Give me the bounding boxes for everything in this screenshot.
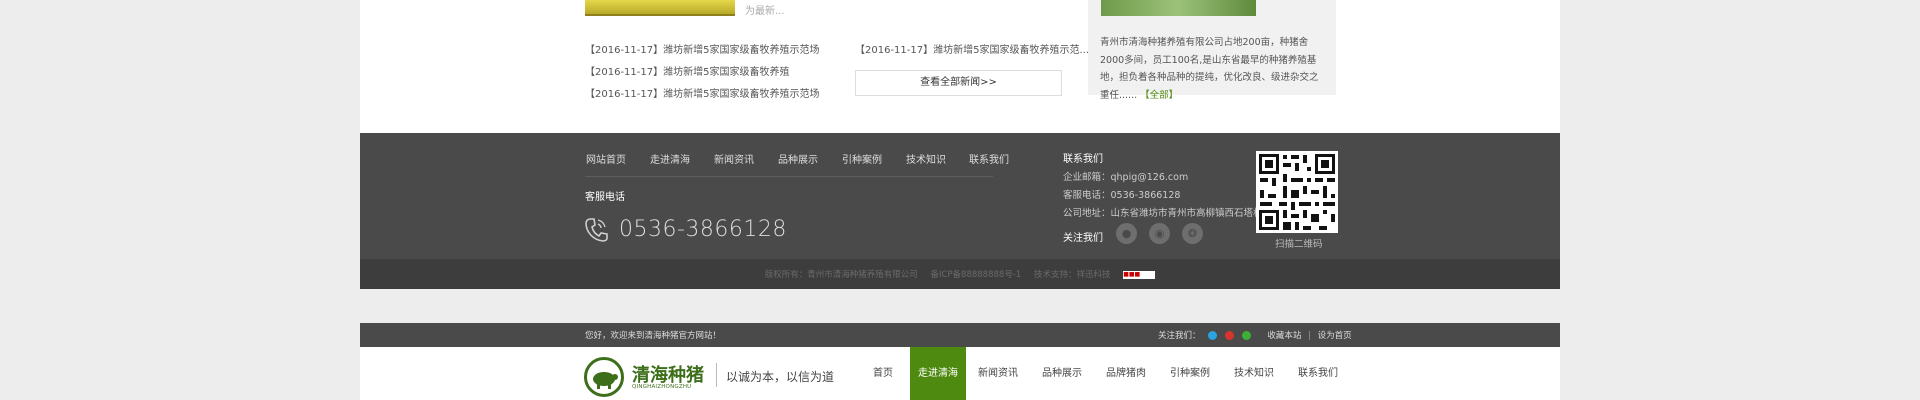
nav-cases[interactable]: 引种案例: [1162, 347, 1218, 400]
contact-title: 联系我们: [1063, 154, 1103, 165]
logo-divider: [716, 363, 717, 387]
service-phone-number: 0536-3866128: [619, 217, 787, 242]
copyright-owner: 版权所有：青州市清海种猪养殖有限公司: [764, 270, 918, 280]
qr-code: [1256, 151, 1338, 233]
nav-tech[interactable]: 技术知识: [1226, 347, 1282, 400]
footer: 网站首页 走进清海 新闻资讯 品种展示 引种案例 技术知识 联系我们 客服电话 …: [360, 133, 1560, 259]
topbar-separator: |: [1308, 331, 1311, 341]
wechat-icon[interactable]: ❂: [1182, 223, 1203, 244]
follow-label: 关注我们: [1063, 233, 1103, 244]
footer-nav-contact[interactable]: 联系我们: [969, 151, 1009, 166]
contact-address: 公司地址：山东省潍坊市青州市高柳镇西石塔村: [1063, 208, 1263, 219]
footer-divider: [585, 176, 993, 177]
tech-support[interactable]: 技术支持：祥迅科技: [1034, 270, 1111, 280]
company-photo[interactable]: [1101, 0, 1256, 16]
company-intro: 青州市清海种猪养殖有限公司占地200亩，种猪舍2000多间，员工100名,是山东…: [1088, 0, 1336, 101]
slogan: 以诚为本，以信为道: [726, 370, 835, 384]
qr-code-label: 扫描二维码: [1275, 239, 1323, 250]
contact-tel: 客服电话：0536-3866128: [1063, 190, 1181, 201]
footer-nav-news[interactable]: 新闻资讯: [714, 151, 754, 166]
weibo-icon[interactable]: ◉: [1149, 223, 1170, 244]
intro-more-link[interactable]: 【全部】: [1140, 90, 1178, 101]
nav-news[interactable]: 新闻资讯: [970, 347, 1026, 400]
welcome-text: 您好，欢迎来到清海种猪官方网站！: [585, 331, 722, 341]
nav-home[interactable]: 首页: [860, 347, 906, 400]
contact-email: 企业邮箱：qhpig@126.com: [1063, 172, 1189, 183]
news-link[interactable]: 【2016-11-17】潍坊新增5家国家级畜牧养殖示范场: [585, 41, 819, 56]
topbar-right: 关注我们： 收藏本站 | 设为首页: [1158, 329, 1352, 341]
qr-code-image: [1259, 154, 1335, 230]
news-link[interactable]: 【2016-11-17】潍坊新增5家国家级畜牧养殖示范...: [855, 41, 1089, 56]
set-homepage-link[interactable]: 设为首页: [1318, 331, 1352, 341]
logo-pig-icon[interactable]: [584, 357, 624, 397]
nav-pork[interactable]: 品牌猪肉: [1098, 347, 1154, 400]
footer-nav-home[interactable]: 网站首页: [586, 151, 626, 166]
news-link[interactable]: 【2016-11-17】潍坊新增5家国家级畜牧养殖示范场: [585, 85, 819, 100]
service-phone-label: 客服电话: [585, 192, 625, 203]
page: 为最新... 【2016-11-17】潍坊新增5家国家级畜牧养殖示范场 【201…: [0, 0, 1920, 400]
pig-icon: [593, 372, 618, 389]
copyright-bar: 版权所有：青州市清海种猪养殖有限公司 备ICP备88888888号-1 技术支持…: [360, 259, 1560, 289]
bookmark-link[interactable]: 收藏本站: [1267, 331, 1301, 341]
footer-nav-about[interactable]: 走进清海: [650, 151, 690, 166]
phone-icon: [585, 218, 608, 242]
view-all-news-button[interactable]: 查看全部新闻>>: [855, 70, 1062, 96]
nav-contact[interactable]: 联系我们: [1290, 347, 1346, 400]
follow-us-label: 关注我们：: [1158, 331, 1201, 341]
trust-badge-icon[interactable]: ■■■: [1123, 270, 1156, 279]
qq-icon[interactable]: ●: [1116, 223, 1137, 244]
nav-breeds[interactable]: 品种展示: [1034, 347, 1090, 400]
footer-nav-cases[interactable]: 引种案例: [842, 151, 882, 166]
icp-number[interactable]: 备ICP备88888888号-1: [930, 270, 1021, 280]
wechat-icon[interactable]: [1241, 331, 1251, 340]
news-thumbnail[interactable]: [585, 0, 735, 16]
logo-pinyin: QINGHAIZHONGZHU: [632, 384, 692, 390]
copyright-text: 版权所有：青州市清海种猪养殖有限公司 备ICP备88888888号-1 技术支持…: [360, 268, 1560, 280]
intro-text: 青州市清海种猪养殖有限公司占地200亩，种猪舍2000多间，员工100名,是山东…: [1100, 37, 1319, 101]
news-summary-tail: 为最新...: [745, 6, 785, 17]
footer-nav-tech[interactable]: 技术知识: [906, 151, 946, 166]
weibo-icon[interactable]: [1224, 331, 1234, 340]
site-topbar: 您好，欢迎来到清海种猪官方网站！ 关注我们： 收藏本站 | 设为首页: [360, 323, 1560, 347]
nav-about[interactable]: 走进清海: [910, 347, 966, 400]
news-section: 为最新... 【2016-11-17】潍坊新增5家国家级畜牧养殖示范场 【201…: [360, 0, 1560, 133]
site-header: 清海种猪 QINGHAIZHONGZHU 以诚为本，以信为道 首页 走进清海 新…: [360, 347, 1560, 400]
qq-icon[interactable]: [1208, 331, 1218, 340]
footer-nav-breeds[interactable]: 品种展示: [778, 151, 818, 166]
news-link[interactable]: 【2016-11-17】潍坊新增5家国家级畜牧养殖: [585, 63, 789, 78]
